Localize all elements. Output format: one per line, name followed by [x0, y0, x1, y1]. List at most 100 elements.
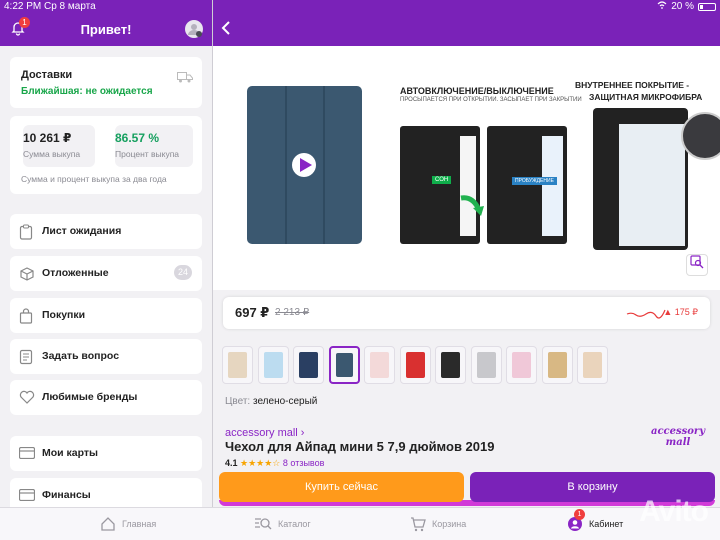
variant-thumbnail[interactable] — [577, 346, 608, 384]
shop-logo-line2: mall — [665, 437, 691, 448]
color-row: Цвет: зелено-серый — [225, 396, 317, 407]
case-fold-line — [323, 86, 325, 244]
shop-link[interactable]: accessory mall › — [225, 427, 304, 439]
variant-thumbnail[interactable] — [435, 346, 466, 384]
menu-item-label: Финансы — [42, 489, 91, 501]
menu-item-saved[interactable]: Отложенные 24 — [10, 256, 202, 291]
share-icon[interactable] — [694, 55, 708, 77]
tablet-microfiber-image — [593, 108, 688, 250]
variant-thumbnail[interactable] — [222, 346, 253, 384]
saved-count-badge: 24 — [174, 265, 192, 280]
variant-swatch — [441, 352, 460, 378]
catalog-search-icon — [255, 518, 272, 530]
product-gallery[interactable]: АВТОВКЛЮЧЕНИЕ/ВЫКЛЮЧЕНИЕ ПРОСЫПАЕТСЯ ПРИ… — [213, 46, 720, 290]
variant-thumbnail[interactable] — [470, 346, 502, 384]
ad-headline-microfiber-1: ВНУТРЕННЕЕ ПОКРЫТИЕ - — [575, 80, 690, 90]
image-search-icon[interactable] — [686, 254, 708, 276]
variant-swatch — [512, 352, 531, 378]
ad-headline-auto: АВТОВКЛЮЧЕНИЕ/ВЫКЛЮЧЕНИЕ — [400, 86, 554, 96]
variant-swatch — [405, 352, 425, 378]
variant-thumbnail[interactable] — [364, 346, 395, 384]
variant-thumbnail[interactable] — [257, 346, 289, 384]
variant-thumbnail[interactable] — [541, 346, 573, 384]
variant-thumbnail[interactable] — [506, 346, 537, 384]
menu-item-label: Отложенные — [42, 267, 109, 279]
menu-item-my-cards[interactable]: Мои карты — [10, 436, 202, 471]
ad-headline-microfiber-2: ЗАЩИТНАЯ МИКРОФИБРА — [589, 92, 703, 102]
menu-item-waitlist[interactable]: Лист ожидания — [10, 214, 202, 249]
rating-row[interactable]: 4.1 ★★★★☆ 8 отзывов — [225, 458, 324, 469]
battery-icon — [698, 2, 716, 11]
menu-item-label: Любимые бренды — [42, 391, 138, 403]
menu-item-label: Покупки — [42, 309, 86, 321]
variant-swatch — [476, 352, 496, 378]
variant-swatch — [370, 352, 389, 378]
shop-logo[interactable]: accessory mall — [648, 426, 708, 448]
gallery-prev-icon[interactable] — [231, 56, 241, 77]
tab-profile[interactable]: 1 Кабинет — [567, 509, 624, 532]
status-time: 4:22 PM — [4, 1, 42, 12]
price-card[interactable]: 697 ₽ 2 213 ₽ ▲ 175 ₽ — [223, 297, 710, 329]
bag-icon — [19, 308, 35, 324]
back-button[interactable] — [220, 20, 236, 38]
purchase-percent-box: 86.57 % Процент выкупа — [115, 125, 193, 167]
tab-label: Корзина — [432, 519, 467, 529]
purchase-stats-card: 10 261 ₽ Сумма выкупа 86.57 % Процент вы… — [10, 116, 202, 194]
purchase-percent-label: Процент выкупа — [115, 149, 180, 159]
sleep-tag: СОН — [432, 176, 452, 184]
tab-label: Кабинет — [589, 519, 624, 529]
tablet-open-image — [487, 126, 567, 244]
tab-cart[interactable]: Корзина — [410, 516, 466, 532]
tab-home[interactable]: Главная — [100, 516, 156, 532]
rating-stars: ★★★★☆ — [240, 458, 281, 468]
variant-swatch — [263, 352, 283, 378]
battery-percent: 20 % — [671, 1, 694, 12]
price-trend-sparkline — [626, 309, 666, 319]
product-title: Чехол для Айпад мини 5 7,9 дюймов 2019 — [225, 439, 495, 454]
current-price: 697 ₽ — [235, 305, 270, 320]
purchase-amount-label: Сумма выкупа — [23, 149, 81, 159]
variant-thumbnail[interactable] — [328, 346, 360, 384]
menu-item-label: Мои карты — [42, 447, 99, 459]
status-battery: 20 % — [657, 1, 716, 12]
shop-logo-line1: accessory — [650, 426, 706, 437]
cart-icon — [411, 517, 426, 532]
play-video-icon[interactable] — [292, 153, 316, 177]
variant-swatch — [547, 352, 567, 378]
tablet-closed-image — [400, 126, 480, 244]
menu-item-label: Задать вопрос — [42, 350, 120, 362]
delivery-card[interactable]: Доставки Ближайшая: не ожидается — [10, 57, 202, 108]
variant-thumbnail[interactable] — [399, 346, 431, 384]
watermark: Avito — [639, 495, 709, 528]
variant-swatch — [228, 352, 247, 378]
menu-item-ask-question[interactable]: Задать вопрос — [10, 339, 202, 374]
wake-tag: ПРОБУЖДЕНИЕ — [512, 177, 557, 185]
box-icon — [19, 266, 35, 282]
case-fold-line — [285, 86, 287, 244]
wallet-icon — [18, 488, 36, 504]
heart-icon — [19, 390, 35, 406]
avatar[interactable] — [185, 20, 203, 38]
truck-icon — [177, 70, 193, 83]
tab-bar: Главная Каталог Корзина 1 Кабинет — [0, 507, 720, 540]
buy-now-button[interactable]: Купить сейчас — [219, 472, 464, 502]
home-icon — [101, 517, 115, 531]
favorite-heart-icon[interactable] — [664, 56, 680, 75]
color-label: Цвет: — [225, 396, 251, 407]
purchase-amount: 10 261 ₽ — [23, 131, 72, 145]
tab-catalog[interactable]: Каталог — [254, 516, 311, 532]
greeting-title: Привет! — [80, 22, 132, 37]
chevron-left-icon — [221, 21, 230, 35]
variant-thumbnail[interactable] — [293, 346, 324, 384]
status-bar: 4:22 PM Ср 8 марта 20 % — [0, 0, 720, 14]
tab-label: Главная — [122, 519, 157, 529]
menu-item-favorite-brands[interactable]: Любимые бренды — [10, 380, 202, 415]
ad-subline-auto: ПРОСЫПАЕТСЯ ПРИ ОТКРЫТИИ. ЗАСЫПАЕТ ПРИ З… — [400, 97, 582, 103]
variant-swatch — [583, 352, 602, 378]
old-price: 2 213 ₽ — [275, 307, 310, 318]
clipboard-icon — [19, 224, 35, 240]
arrow-icon — [460, 195, 484, 216]
question-doc-icon — [19, 349, 35, 365]
reviews-link[interactable]: 8 отзывов — [283, 458, 325, 468]
menu-item-purchases[interactable]: Покупки — [10, 298, 202, 333]
